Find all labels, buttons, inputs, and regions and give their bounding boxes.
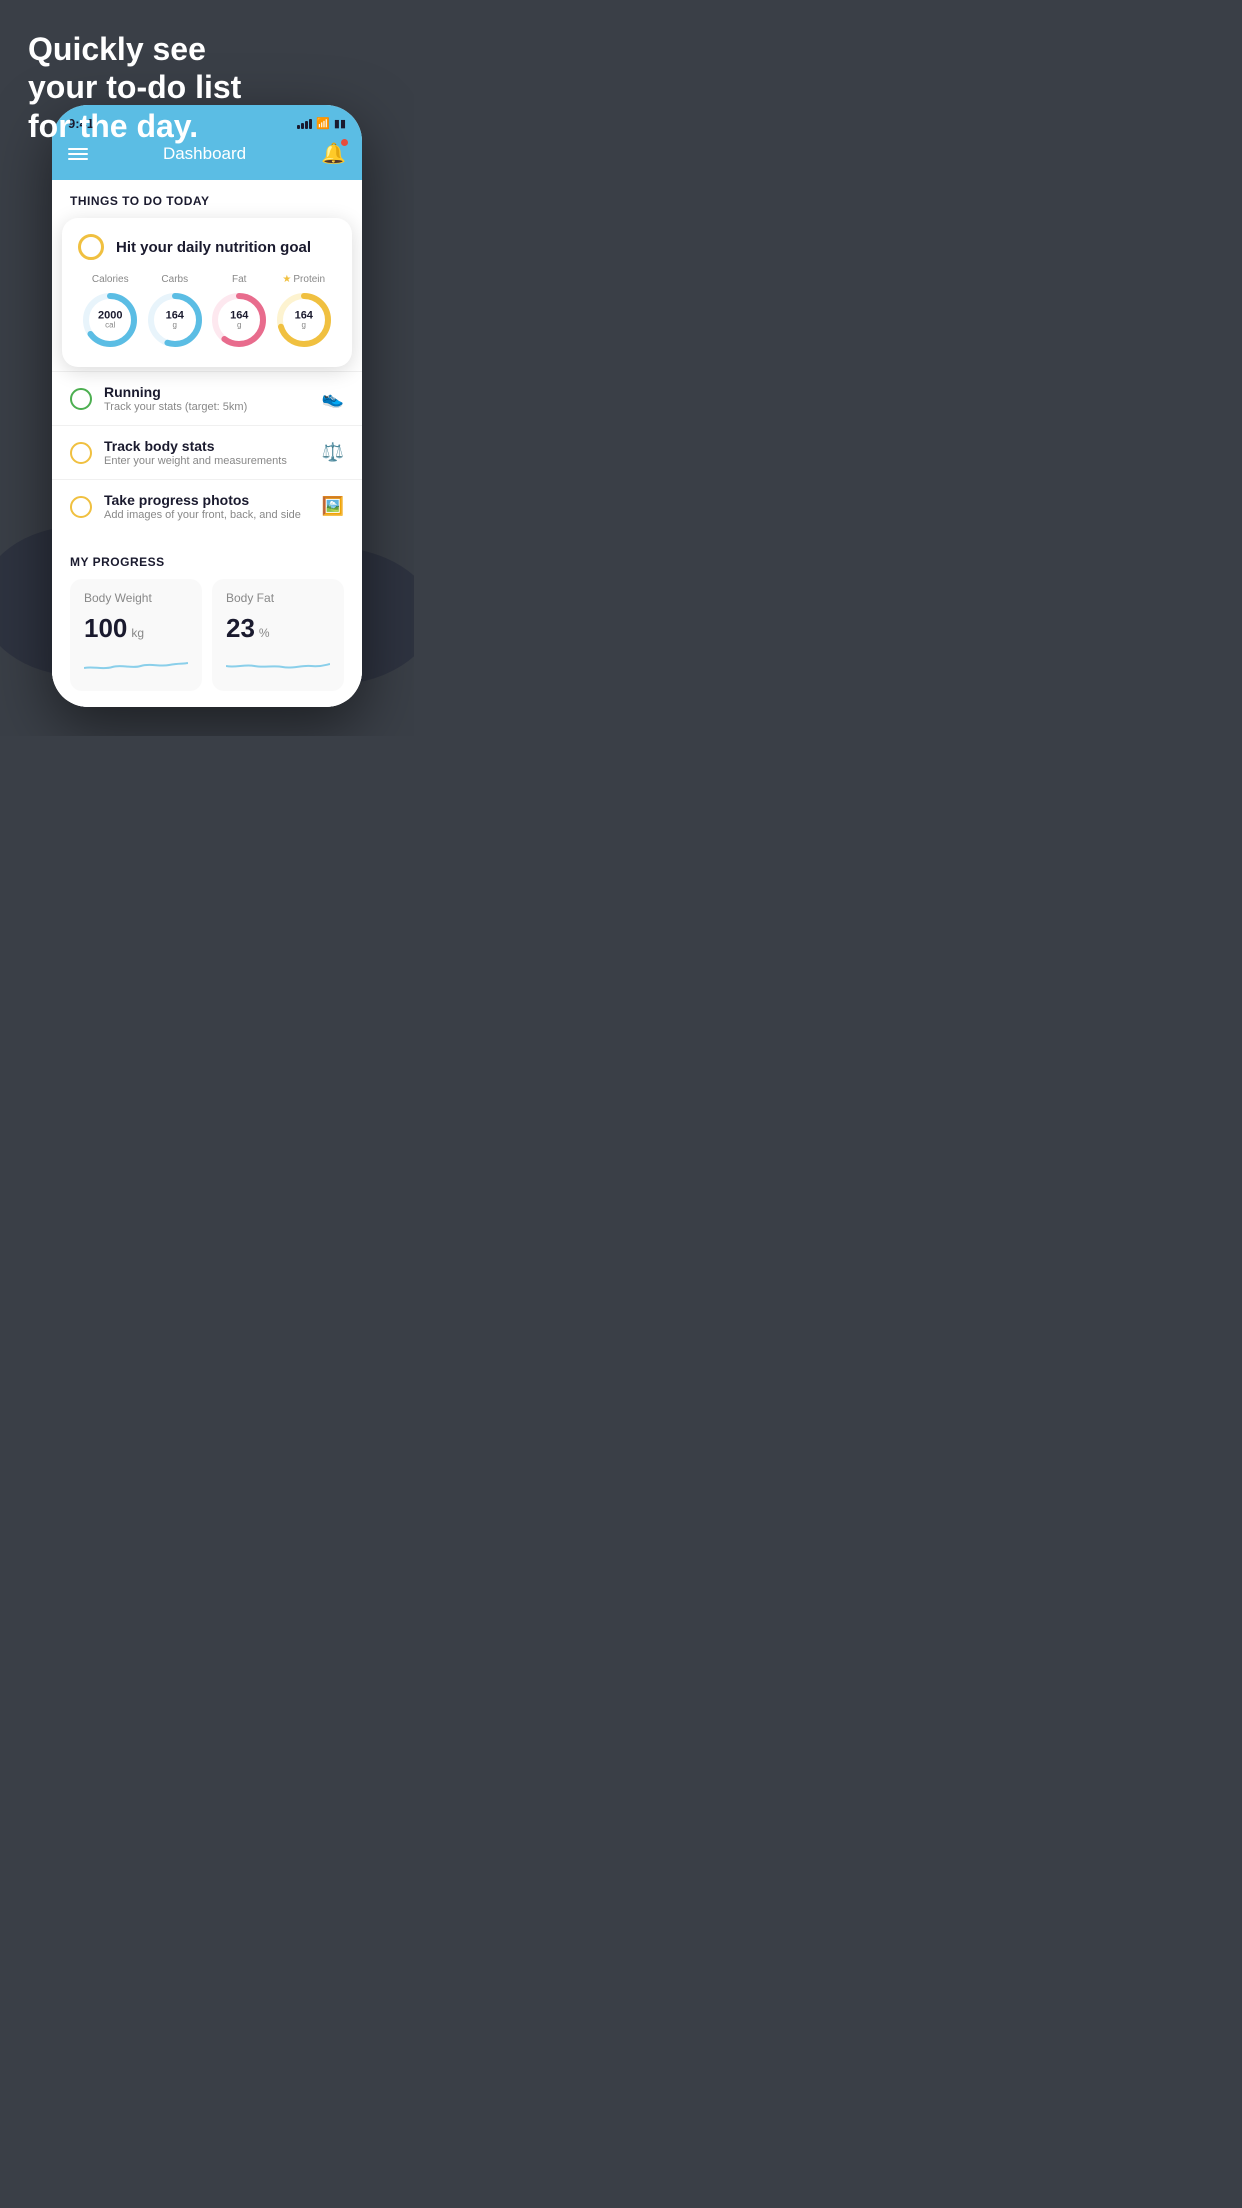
fat-value-center: 164 g — [230, 310, 248, 331]
page-wrapper: Quickly see your to-do list for the day.… — [0, 0, 414, 736]
body-stats-circle — [70, 442, 92, 464]
body-fat-card-title: Body Fat — [226, 591, 330, 605]
hero-line2: your to-do list — [28, 68, 241, 106]
fat-unit: g — [230, 322, 248, 331]
card-title: Hit your daily nutrition goal — [116, 239, 311, 256]
wifi-icon: 📶 — [316, 117, 330, 130]
progress-photos-icon: 🖼️ — [322, 496, 344, 517]
protein-donut: 164 g — [273, 289, 335, 351]
calories-donut: 2000 cal — [79, 289, 141, 351]
carbs-label: Carbs — [161, 274, 188, 285]
body-weight-chart — [84, 650, 188, 674]
body-weight-card[interactable]: Body Weight 100 kg — [70, 579, 202, 691]
nutrition-protein: ★ Protein 164 g — [273, 274, 335, 351]
fat-donut: 164 g — [208, 289, 270, 351]
body-weight-card-title: Body Weight — [84, 591, 188, 605]
todo-item-body-stats[interactable]: Track body stats Enter your weight and m… — [52, 425, 362, 479]
running-text: Running Track your stats (target: 5km) — [104, 384, 310, 413]
status-icons: 📶 ▮▮ — [297, 117, 346, 130]
todo-item-progress-photos[interactable]: Take progress photos Add images of your … — [52, 479, 362, 533]
protein-star-icon: ★ — [282, 274, 291, 285]
nutrition-fat: Fat 164 g — [208, 274, 270, 351]
fat-label: Fat — [232, 274, 246, 285]
body-stats-icon: ⚖️ — [322, 442, 344, 463]
body-weight-value: 100 — [84, 613, 127, 644]
protein-unit: g — [295, 322, 313, 331]
protein-value-center: 164 g — [295, 310, 313, 331]
body-fat-card[interactable]: Body Fat 23 % — [212, 579, 344, 691]
todo-item-running[interactable]: Running Track your stats (target: 5km) 👟 — [52, 371, 362, 425]
progress-photos-circle — [70, 496, 92, 518]
signal-bars-icon — [297, 117, 312, 129]
progress-photos-subtitle: Add images of your front, back, and side — [104, 509, 310, 521]
body-fat-chart — [226, 650, 330, 674]
running-circle — [70, 388, 92, 410]
hamburger-menu-icon[interactable] — [68, 148, 88, 160]
notification-dot — [341, 139, 348, 146]
carbs-donut: 164 g — [144, 289, 206, 351]
body-stats-subtitle: Enter your weight and measurements — [104, 455, 310, 467]
nutrition-carbs: Carbs 164 g — [144, 274, 206, 351]
progress-photos-text: Take progress photos Add images of your … — [104, 492, 310, 521]
body-stats-title: Track body stats — [104, 438, 310, 454]
carbs-unit: g — [166, 322, 184, 331]
nutrition-calories: Calories 2000 cal — [79, 274, 141, 351]
hero-line3: for the day. — [28, 107, 241, 145]
running-subtitle: Track your stats (target: 5km) — [104, 401, 310, 413]
progress-photos-title: Take progress photos — [104, 492, 310, 508]
card-title-row: Hit your daily nutrition goal — [78, 234, 336, 260]
calories-unit: cal — [98, 322, 122, 331]
header-title: Dashboard — [163, 144, 246, 164]
battery-icon: ▮▮ — [334, 117, 346, 130]
body-stats-text: Track body stats Enter your weight and m… — [104, 438, 310, 467]
body-fat-value-row: 23 % — [226, 613, 330, 644]
phone-mockup: 9:41 📶 ▮▮ Dashboard 🔔 — [52, 105, 362, 707]
calories-label: Calories — [92, 274, 129, 285]
goal-circle-check — [78, 234, 104, 260]
protein-label: ★ Protein — [282, 274, 325, 285]
app-content: THINGS TO DO TODAY Hit your daily nutrit… — [52, 180, 362, 707]
body-weight-unit: kg — [131, 626, 144, 640]
hero-line1: Quickly see — [28, 30, 241, 68]
bell-icon: 🔔 — [321, 143, 346, 165]
body-fat-value: 23 — [226, 613, 255, 644]
body-fat-unit: % — [259, 626, 270, 640]
nutrition-row: Calories 2000 cal — [78, 274, 336, 351]
progress-section-header: MY PROGRESS — [70, 541, 344, 579]
things-to-do-header: THINGS TO DO TODAY — [52, 180, 362, 218]
running-title: Running — [104, 384, 310, 400]
body-weight-value-row: 100 kg — [84, 613, 188, 644]
running-icon: 👟 — [322, 388, 344, 409]
carbs-value-center: 164 g — [166, 310, 184, 331]
nutrition-goal-card[interactable]: Hit your daily nutrition goal Calories — [62, 218, 352, 367]
progress-cards: Body Weight 100 kg Body Fat 23 — [70, 579, 344, 691]
calories-value-center: 2000 cal — [98, 310, 122, 331]
notification-bell[interactable]: 🔔 — [321, 141, 346, 166]
hero-text: Quickly see your to-do list for the day. — [28, 30, 241, 145]
progress-section: MY PROGRESS Body Weight 100 kg — [52, 541, 362, 707]
